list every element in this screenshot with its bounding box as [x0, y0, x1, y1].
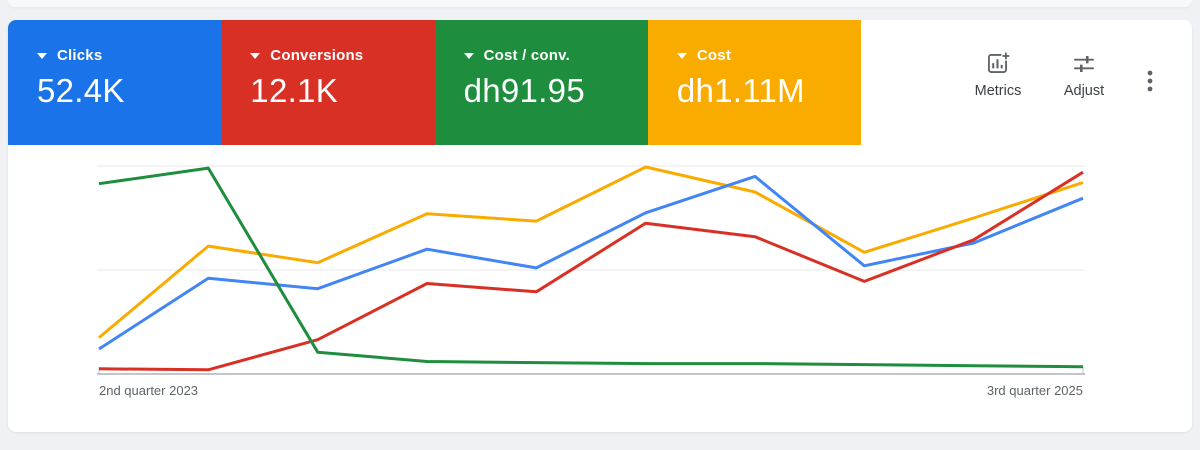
series-line-clicks	[98, 174, 1084, 351]
adjust-button-label: Adjust	[1063, 83, 1105, 99]
dropdown-arrow-icon	[250, 52, 261, 59]
metrics-button[interactable]: Metrics	[966, 51, 1030, 99]
chart-toolbar: Metrics Adjust	[966, 51, 1162, 99]
scorecard-cost-per-conv-header: Cost / conv.	[463, 47, 648, 64]
scorecard-conversions-header: Conversions	[250, 47, 434, 64]
collapsed-panel-edge	[8, 0, 1192, 7]
dropdown-arrow-icon	[463, 52, 474, 59]
dropdown-arrow-icon	[676, 52, 687, 59]
series-line-conversions	[98, 170, 1084, 372]
chart-add-icon	[985, 51, 1011, 83]
scorecard-conversions[interactable]: Conversions 12.1K	[221, 20, 435, 145]
x-axis-label-end: 3rd quarter 2025	[986, 383, 1083, 398]
scorecard-cost-label: Cost	[696, 47, 732, 64]
performance-trend-chart[interactable]	[97, 150, 1085, 382]
scorecard-clicks-header: Clicks	[37, 47, 221, 64]
metrics-button-label: Metrics	[974, 83, 1022, 99]
performance-summary-panel: Clicks 52.4K Conversions 12.1K Cost / co…	[8, 20, 1192, 432]
scorecard-cost-header: Cost	[676, 47, 861, 64]
scorecard-clicks[interactable]: Clicks 52.4K	[8, 20, 222, 145]
kebab-menu-icon	[1138, 69, 1162, 98]
more-options-button[interactable]	[1138, 69, 1162, 98]
scorecard-cost[interactable]: Cost dh1.11M	[647, 20, 862, 145]
sliders-icon	[1071, 51, 1097, 83]
scorecard-cost-per-conv[interactable]: Cost / conv. dh91.95	[434, 20, 648, 145]
scorecard-conversions-value: 12.1K	[250, 72, 339, 109]
scorecard-cost-per-conv-label: Cost / conv.	[483, 47, 570, 64]
scorecard-clicks-label: Clicks	[57, 47, 103, 64]
dropdown-arrow-icon	[37, 52, 47, 59]
adjust-button[interactable]: Adjust	[1052, 51, 1116, 99]
scorecard-cost-per-conv-value: dh91.95	[463, 72, 585, 109]
series-line-cost-conv	[98, 166, 1084, 369]
scorecard-cost-value: dh1.11M	[676, 72, 805, 109]
scorecard-conversions-label: Conversions	[270, 47, 364, 64]
x-axis-label-start: 2nd quarter 2023	[99, 383, 199, 398]
scorecard-clicks-value: 52.4K	[37, 72, 125, 109]
